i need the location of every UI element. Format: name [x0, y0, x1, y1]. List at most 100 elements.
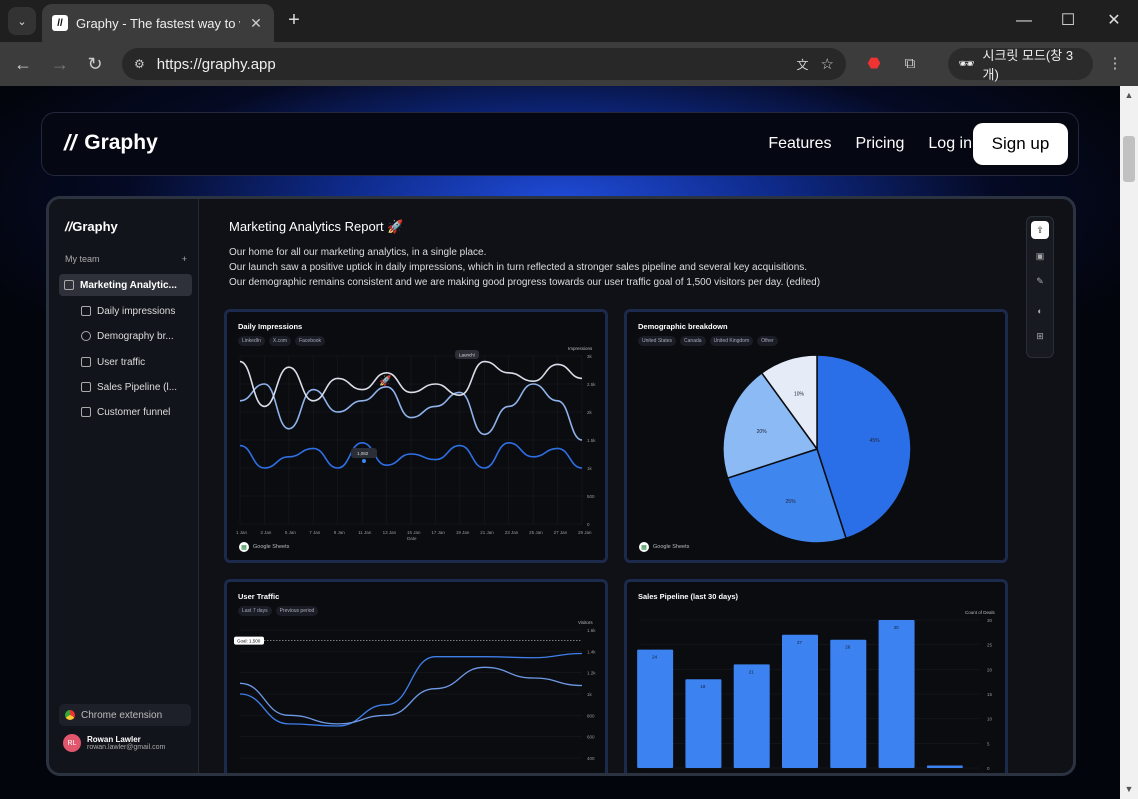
bar [878, 620, 915, 768]
pie-chart-icon [81, 331, 91, 341]
bookmark-star-icon[interactable]: ☆ [821, 55, 834, 73]
theme-palette-icon[interactable]: ◐ [1031, 302, 1049, 320]
line-chart-icon [81, 306, 91, 316]
more-menu-icon[interactable]: ⋮ [1105, 54, 1125, 74]
forward-button[interactable]: → [48, 52, 72, 76]
chart-card-sales-pipeline[interactable]: Sales Pipeline (last 30 days) 30 25 20 15 10… [624, 579, 1008, 773]
tab-search-button[interactable]: ⌄ [8, 7, 36, 35]
maximize-button[interactable]: ☐ [1057, 10, 1079, 32]
slice-label: 45% [870, 438, 881, 444]
slice-label: 25% [786, 499, 797, 505]
y-tick-label: 2k [587, 410, 593, 415]
url-text[interactable]: https://graphy.app [157, 56, 785, 73]
sales-pipeline-bar-chart: 30 25 20 15 10 5 0 Count of Deals 24 18 21 27 26 30 [637, 610, 996, 771]
sidebar-item-demography[interactable]: Demography br... [81, 325, 191, 347]
scroll-thumb[interactable] [1123, 136, 1135, 182]
signup-button[interactable]: Sign up [973, 123, 1068, 165]
user-email: rowan.lawler@gmail.com [87, 744, 166, 751]
layout-grid-icon[interactable]: ⊞ [1031, 327, 1049, 345]
extensions-puzzle-icon[interactable]: ⧉ [900, 54, 920, 74]
site-logo[interactable]: // Graphy [64, 130, 158, 156]
chevron-down-icon: ⌄ [17, 15, 27, 28]
nav-link-features[interactable]: Features [768, 135, 831, 153]
y-axis-label: Count of Deals [965, 610, 996, 615]
x-tick-label: 13 Jan [383, 530, 397, 535]
report-title: Marketing Analytics Report 🚀 [229, 219, 404, 234]
y-tick-label: 1k [587, 466, 593, 471]
browser-tab[interactable]: // Graphy - The fastest way to vi ✕ [42, 4, 274, 42]
x-tick-label: 17 Jan [431, 530, 445, 535]
x-tick-label: 29 Jan [578, 530, 592, 535]
goal-label: Goal: 1,500 [237, 638, 261, 643]
sidebar-item-customer-funnel[interactable]: Customer funnel [81, 401, 191, 423]
y-tick-label: 3k [587, 354, 593, 359]
chart-card-demographic[interactable]: Demographic breakdown United States Cana… [624, 309, 1008, 563]
sidebar-item-user-traffic[interactable]: User traffic [81, 351, 191, 373]
x-tick-label: 5 Jan [285, 530, 297, 535]
reload-button[interactable]: ↻ [83, 52, 107, 76]
browser-tab-strip: ⌄ // Graphy - The fastest way to vi ✕ + … [0, 0, 1138, 42]
close-icon[interactable]: ✕ [248, 15, 264, 32]
x-tick-label: 21 Jan [480, 530, 494, 535]
user-name: Rowan Lawler [87, 735, 141, 744]
add-chart-icon[interactable]: ▣ [1031, 247, 1049, 265]
funnel-icon [81, 407, 91, 417]
scroll-up-icon[interactable]: ▲ [1124, 90, 1134, 100]
chrome-extension-button[interactable]: Chrome extension [59, 704, 191, 726]
y-tick-label: 800 [587, 713, 595, 718]
site-navbar: // Graphy Features Pricing Log in Sign u… [41, 112, 1079, 176]
bar [782, 634, 818, 768]
scroll-down-icon[interactable]: ▼ [1124, 784, 1134, 794]
app-preview: //Graphy My team + Marketing Analytic... … [46, 196, 1076, 776]
minimize-button[interactable]: — [1013, 10, 1035, 32]
incognito-icon: 🕶 [958, 56, 975, 71]
page-scrollbar[interactable]: ▲ ▼ [1120, 86, 1138, 799]
brand-name: Graphy [84, 131, 158, 154]
nav-link-pricing[interactable]: Pricing [856, 135, 905, 153]
sidebar-item-sales-pipeline[interactable]: Sales Pipeline (l... [81, 376, 191, 398]
y-tick-label: 1k [587, 692, 593, 697]
user-profile[interactable]: RL Rowan Lawler rowan.lawler@gmail.com [63, 734, 165, 752]
y-tick-label: 25 [987, 643, 993, 648]
translate-icon[interactable]: 文 [797, 56, 809, 73]
close-window-button[interactable]: ✕ [1103, 10, 1125, 32]
bar [637, 649, 674, 768]
share-icon[interactable]: ⇪ [1031, 221, 1049, 239]
report-description-line: Our home for all our marketing analytics… [229, 247, 487, 258]
bar-chart-icon [81, 382, 91, 392]
sidebar-item-daily-impressions[interactable]: Daily impressions [81, 300, 191, 322]
data-point [362, 459, 366, 463]
bar [830, 639, 867, 768]
x-tick-label: 3 Jan [260, 530, 272, 535]
y-tick-label: 15 [987, 692, 993, 697]
address-bar[interactable]: ⚙ https://graphy.app 文 ☆ [122, 48, 846, 80]
y-axis-label: Visitors [578, 620, 593, 625]
data-source: ▦ Google Sheets [239, 542, 289, 552]
slice-label: 10% [794, 392, 805, 398]
chart-card-daily-impressions[interactable]: Daily Impressions LinkedIn X.com Faceboo… [224, 309, 608, 563]
sidebar-item-marketing-analytics[interactable]: Marketing Analytic... [59, 274, 192, 296]
y-tick-label: 400 [587, 756, 595, 761]
edit-icon[interactable]: ✎ [1031, 272, 1049, 290]
board-icon [64, 280, 74, 290]
annotation-label: Launch! [459, 353, 475, 358]
bar-label: 27 [797, 640, 803, 645]
incognito-indicator[interactable]: 🕶 시크릿 모드(창 3개) [948, 48, 1093, 82]
x-tick-label: 11 Jan [358, 530, 372, 535]
nav-link-login[interactable]: Log in [928, 135, 972, 153]
report-toolbar: ⇪ ▣ ✎ ◐ ⊞ [1026, 216, 1054, 358]
bar [733, 664, 770, 768]
new-tab-button[interactable]: + [284, 10, 304, 30]
site-info-icon[interactable]: ⚙ [134, 57, 145, 71]
data-source: ▦ Google Sheets [639, 542, 689, 552]
back-button[interactable]: ← [11, 52, 35, 76]
team-label: My team [65, 254, 100, 264]
user-traffic-chart: 1.6k 1.4k 1.2k 1k 800 600 400 Visitors Goal: 1,5… [234, 620, 596, 761]
y-tick-label: 20 [987, 667, 993, 672]
extension-stop-icon[interactable]: ⬣ [864, 54, 884, 74]
chart-card-user-traffic[interactable]: User Traffic Last 7 days Previous period… [224, 579, 608, 773]
sidebar-team-header: My team + [65, 254, 187, 264]
report-description: Our home for all our marketing analytics… [229, 245, 820, 290]
y-tick-label: 10 [987, 717, 993, 722]
add-icon[interactable]: + [182, 254, 187, 264]
